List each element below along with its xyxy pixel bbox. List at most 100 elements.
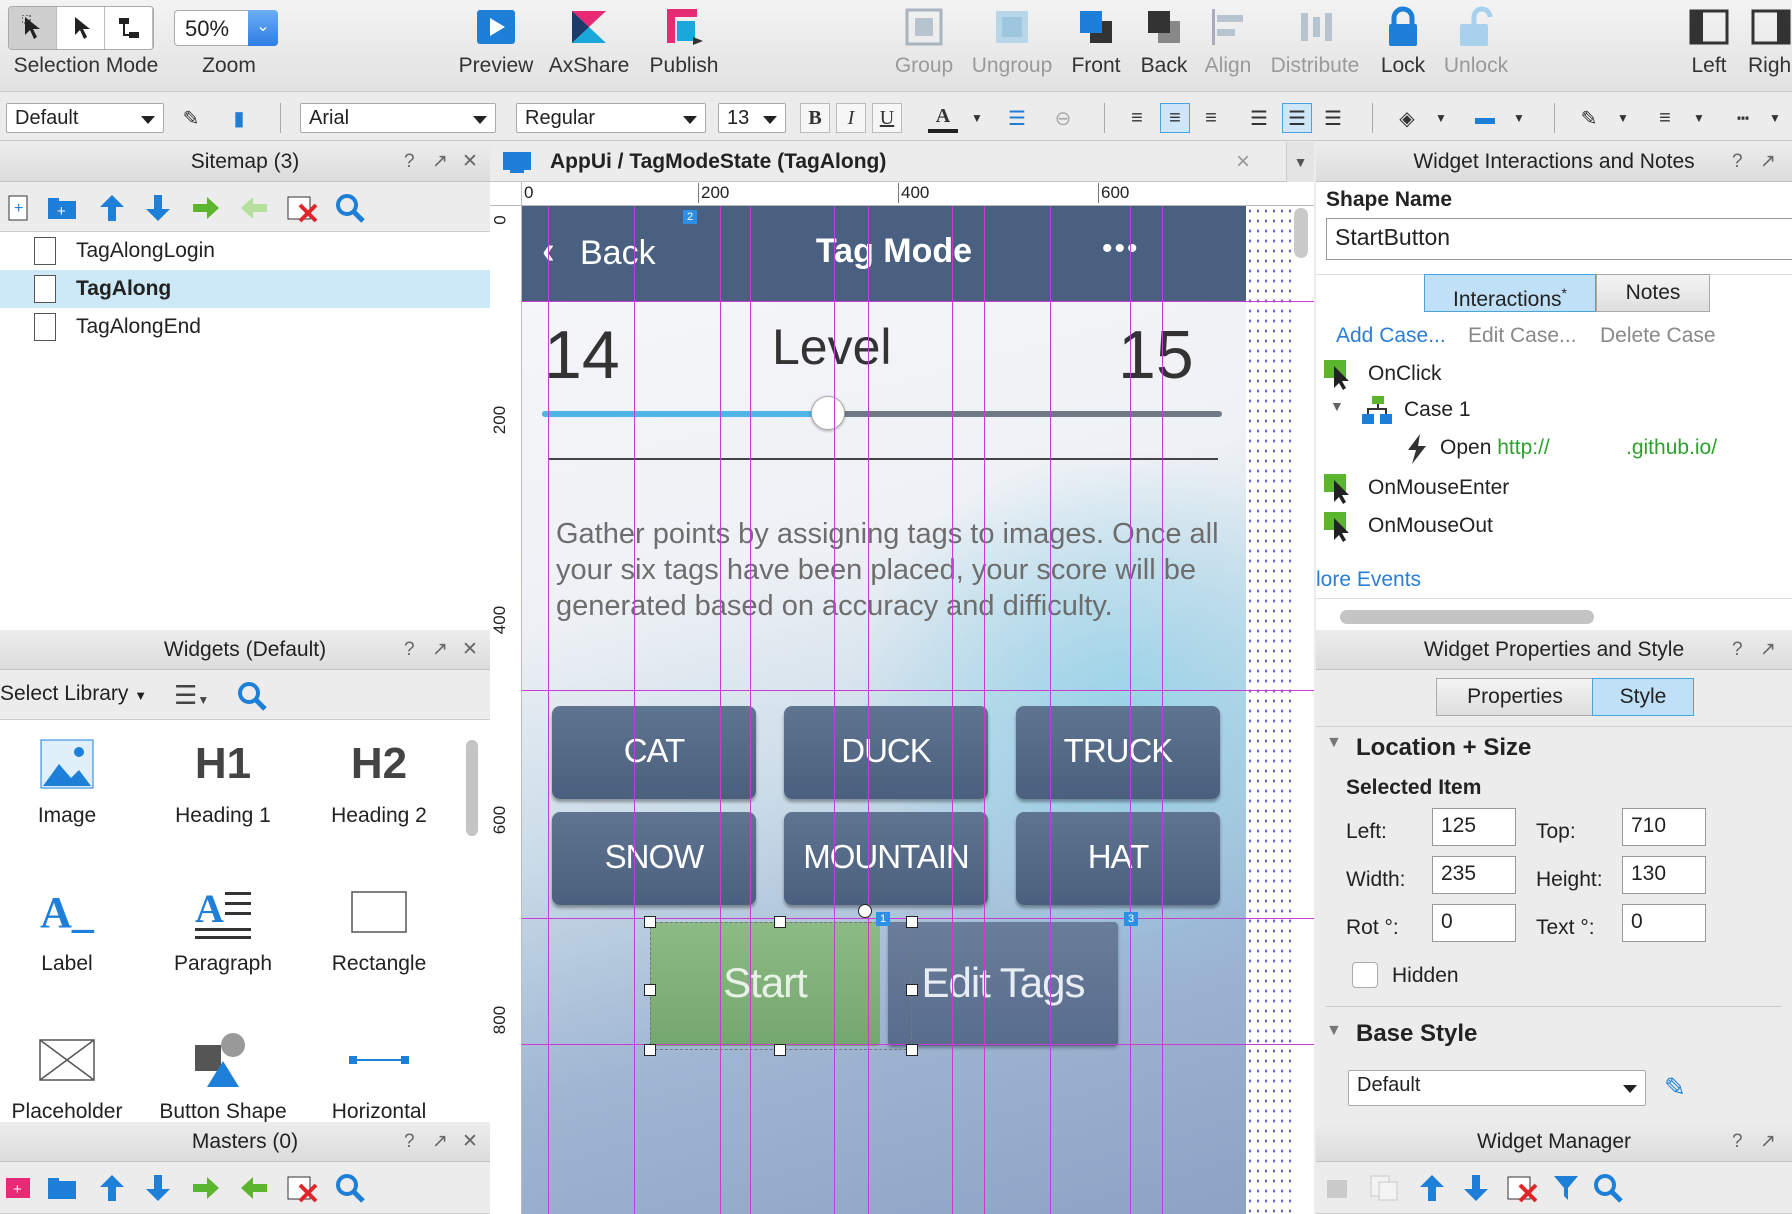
- widget-label-item[interactable]: A_ Label: [0, 872, 142, 976]
- widget-horizontal-line[interactable]: Horizontal: [304, 1020, 454, 1124]
- move-down-icon[interactable]: [142, 192, 174, 224]
- close-icon[interactable]: ✕: [462, 1122, 478, 1162]
- font-weight-select[interactable]: Regular: [516, 103, 706, 133]
- shadow-icon[interactable]: ▬: [1470, 103, 1500, 133]
- design-canvas[interactable]: AppUi / TagModeState (TagAlong) × ▼ 0 20…: [490, 142, 1314, 1214]
- outdent-icon[interactable]: [238, 1172, 270, 1204]
- select-library-dropdown[interactable]: Select Library ▼: [0, 682, 147, 706]
- canvas-tab-title[interactable]: AppUi / TagModeState (TagAlong): [550, 150, 886, 174]
- select-contained-icon[interactable]: [57, 7, 105, 49]
- more-events-link[interactable]: lore Events: [1316, 568, 1421, 592]
- left-panel-toggle[interactable]: Left: [1680, 4, 1738, 78]
- delete-case-link[interactable]: Delete Case: [1600, 324, 1716, 348]
- chevron-down-icon[interactable]: ▼: [1504, 103, 1534, 133]
- resize-handle[interactable]: [906, 984, 918, 996]
- popout-icon[interactable]: ↗: [1760, 630, 1776, 670]
- menu-icon[interactable]: ☰▼: [174, 680, 209, 711]
- edit-tags-button[interactable]: Edit Tags: [888, 922, 1118, 1046]
- resize-handle[interactable]: [774, 916, 786, 928]
- align-button[interactable]: Align: [1200, 4, 1256, 78]
- search-icon[interactable]: [236, 680, 268, 712]
- tag-button-cat[interactable]: CAT: [552, 706, 756, 799]
- search-icon[interactable]: [1592, 1172, 1624, 1204]
- widget-image[interactable]: Image: [0, 724, 142, 828]
- publish-button[interactable]: Publish: [642, 4, 726, 78]
- chevron-left-icon[interactable]: ‹: [542, 230, 555, 273]
- expand-triangle-icon[interactable]: ▼: [1330, 398, 1344, 414]
- edit-case-link[interactable]: Edit Case...: [1468, 324, 1577, 348]
- scrollbar[interactable]: [466, 740, 478, 836]
- widget-heading-1[interactable]: H1 Heading 1: [148, 724, 298, 828]
- chevron-down-icon[interactable]: ⌄: [248, 10, 278, 46]
- chevron-down-icon[interactable]: ▼: [962, 103, 992, 133]
- indent-icon[interactable]: [190, 1172, 222, 1204]
- tag-button-duck[interactable]: DUCK: [784, 706, 988, 799]
- popout-icon[interactable]: ↗: [1760, 1122, 1776, 1162]
- format-painter-icon[interactable]: ▮: [224, 103, 254, 133]
- close-icon[interactable]: ✕: [462, 630, 478, 670]
- group-button[interactable]: Group: [888, 4, 960, 78]
- style-select[interactable]: Default: [6, 103, 164, 133]
- add-page-icon[interactable]: +: [2, 192, 34, 224]
- duplicate-icon[interactable]: [1368, 1172, 1400, 1204]
- widget-rectangle[interactable]: Rectangle: [304, 872, 454, 976]
- case-1[interactable]: Case 1: [1362, 396, 1471, 424]
- help-icon[interactable]: ?: [1732, 142, 1743, 182]
- tag-button-hat[interactable]: HAT: [1016, 812, 1220, 905]
- tag-button-snow[interactable]: SNOW: [552, 812, 756, 905]
- tab-properties[interactable]: Properties: [1436, 678, 1594, 716]
- resize-handle[interactable]: [906, 916, 918, 928]
- widget-placeholder[interactable]: Placeholder: [0, 1020, 142, 1124]
- search-icon[interactable]: [334, 192, 366, 224]
- horizontal-scrollbar[interactable]: [1340, 610, 1594, 624]
- close-tab-icon[interactable]: ×: [1236, 148, 1250, 176]
- move-down-icon[interactable]: [142, 1172, 174, 1204]
- event-onclick[interactable]: OnClick: [1324, 360, 1442, 390]
- sitemap-page-tagalonglogin[interactable]: TagAlongLogin: [0, 232, 490, 270]
- front-button[interactable]: Front: [1064, 4, 1128, 78]
- move-down-icon[interactable]: [1460, 1172, 1492, 1204]
- add-case-link[interactable]: Add Case...: [1336, 324, 1446, 348]
- chevron-down-icon[interactable]: ▼: [1684, 103, 1714, 133]
- valign-bottom-icon[interactable]: ☰: [1318, 103, 1348, 133]
- border-style-icon[interactable]: ┅: [1728, 103, 1758, 133]
- popout-icon[interactable]: ↗: [432, 630, 448, 670]
- search-icon[interactable]: [334, 1172, 366, 1204]
- distribute-button[interactable]: Distribute: [1264, 4, 1366, 78]
- move-up-icon[interactable]: [1416, 1172, 1448, 1204]
- back-button[interactable]: Back: [1134, 4, 1194, 78]
- preview-button[interactable]: Preview: [456, 4, 536, 78]
- width-input[interactable]: 235: [1432, 856, 1516, 894]
- close-icon[interactable]: ✕: [462, 142, 478, 182]
- border-width-icon[interactable]: ≡: [1650, 103, 1680, 133]
- delete-page-icon[interactable]: [286, 192, 318, 224]
- hidden-checkbox[interactable]: [1352, 962, 1378, 988]
- help-icon[interactable]: ?: [1732, 630, 1743, 670]
- chevron-down-icon[interactable]: ▼: [1286, 142, 1314, 182]
- align-center-icon[interactable]: ≡: [1160, 103, 1190, 133]
- rotate-handle[interactable]: [858, 904, 872, 918]
- resize-handle[interactable]: [774, 1044, 786, 1056]
- zoom-select[interactable]: 50% ⌄: [174, 10, 278, 46]
- level-progress-knob[interactable]: [810, 396, 845, 430]
- selection-mode-group[interactable]: [8, 6, 154, 50]
- popout-icon[interactable]: ↗: [432, 1122, 448, 1162]
- resize-handle[interactable]: [644, 916, 656, 928]
- add-folder-icon[interactable]: [46, 1172, 78, 1204]
- rotation-input[interactable]: 0: [1432, 904, 1516, 942]
- resize-handle[interactable]: [644, 984, 656, 996]
- valign-top-icon[interactable]: ☰: [1244, 103, 1274, 133]
- widget-paragraph[interactable]: A Paragraph: [148, 872, 298, 976]
- underline-button[interactable]: U: [872, 103, 902, 133]
- select-intersected-icon[interactable]: [9, 7, 57, 49]
- scrollbar[interactable]: [1294, 208, 1308, 258]
- chevron-down-icon[interactable]: ▼: [1426, 103, 1456, 133]
- text-rotation-input[interactable]: 0: [1622, 904, 1706, 942]
- style-editor-icon[interactable]: ✎: [176, 103, 206, 133]
- link-icon[interactable]: ⊖: [1048, 103, 1078, 133]
- align-left-icon[interactable]: ≡: [1122, 103, 1152, 133]
- widget-button-shape[interactable]: Button Shape: [148, 1020, 298, 1124]
- add-master-icon[interactable]: +: [2, 1172, 34, 1204]
- back-link[interactable]: Back: [580, 234, 656, 273]
- lock-button[interactable]: Lock: [1372, 4, 1434, 78]
